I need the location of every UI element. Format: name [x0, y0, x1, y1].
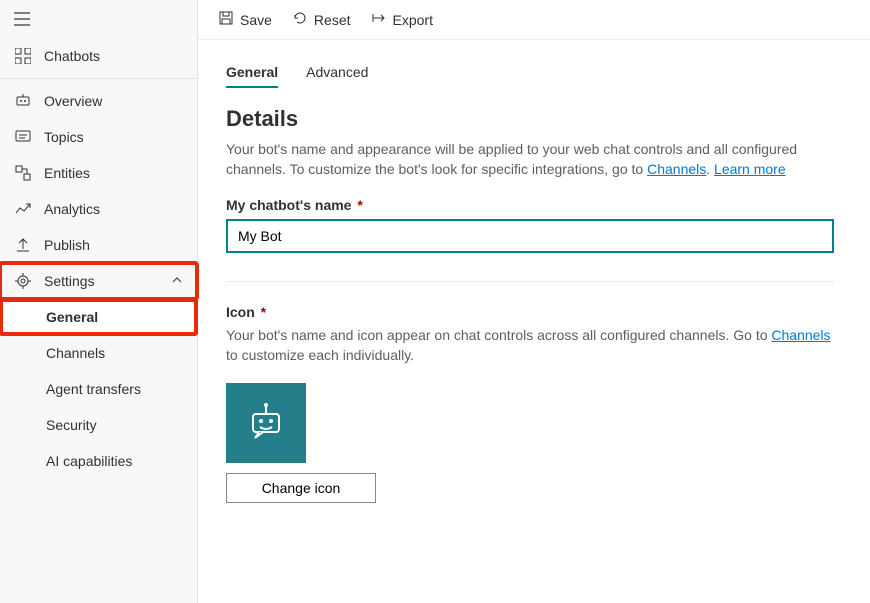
required-asterisk: * — [353, 197, 362, 213]
save-label: Save — [240, 12, 272, 28]
nav-label: Chatbots — [44, 48, 183, 64]
nav-label: Analytics — [44, 201, 183, 217]
publish-icon — [14, 237, 32, 253]
nav-publish[interactable]: Publish — [0, 227, 197, 263]
sub-label: Channels — [46, 345, 105, 361]
analytics-icon — [14, 201, 32, 217]
sub-label: Agent transfers — [46, 381, 141, 397]
details-description: Your bot's name and appearance will be a… — [226, 140, 842, 179]
chat-icon — [14, 129, 32, 145]
reset-icon — [292, 10, 308, 29]
nav-settings[interactable]: Settings — [0, 263, 197, 299]
change-icon-button[interactable]: Change icon — [226, 473, 376, 503]
export-icon — [371, 10, 387, 29]
hamburger-menu[interactable] — [0, 0, 197, 38]
tab-general[interactable]: General — [226, 58, 278, 88]
sidebar-item-agent-transfers[interactable]: Agent transfers — [0, 371, 197, 407]
chatbot-name-input[interactable] — [226, 219, 834, 253]
bot-avatar-icon — [243, 400, 289, 446]
divider — [226, 281, 834, 282]
grid-icon — [14, 48, 32, 64]
sidebar: Chatbots Overview Topics Entities — [0, 0, 198, 603]
tab-advanced[interactable]: Advanced — [306, 58, 368, 88]
icon-description: Your bot's name and icon appear on chat … — [226, 326, 842, 365]
icon-field-label: Icon * — [226, 304, 842, 320]
save-button[interactable]: Save — [218, 10, 272, 29]
details-title: Details — [226, 106, 842, 132]
nav-label: Publish — [44, 237, 183, 253]
sub-label: Security — [46, 417, 97, 433]
content-area: General Advanced Details Your bot's name… — [198, 40, 870, 521]
sub-label: AI capabilities — [46, 453, 132, 469]
sidebar-item-security[interactable]: Security — [0, 407, 197, 443]
nav-topics[interactable]: Topics — [0, 119, 197, 155]
change-icon-label: Change icon — [262, 480, 341, 496]
name-field-label: My chatbot's name * — [226, 197, 842, 213]
export-label: Export — [393, 12, 433, 28]
tab-label: General — [226, 64, 278, 80]
channels-link-2[interactable]: Channels — [771, 327, 830, 343]
hamburger-icon — [14, 12, 30, 26]
nav-overview[interactable]: Overview — [0, 83, 197, 119]
gear-icon — [14, 273, 32, 289]
tabs: General Advanced — [226, 58, 842, 88]
reset-label: Reset — [314, 12, 351, 28]
nav-label: Entities — [44, 165, 183, 181]
sub-label: General — [46, 309, 98, 325]
toolbar: Save Reset Export — [198, 0, 870, 40]
learn-more-link[interactable]: Learn more — [714, 161, 786, 177]
chevron-up-icon — [171, 273, 183, 289]
main-content: Save Reset Export General — [198, 0, 870, 603]
tab-label: Advanced — [306, 64, 368, 80]
bot-icon — [14, 93, 32, 109]
entities-icon — [14, 165, 32, 181]
bot-icon-preview — [226, 383, 306, 463]
export-button[interactable]: Export — [371, 10, 433, 29]
sidebar-item-general[interactable]: General — [0, 299, 197, 335]
nav-label: Overview — [44, 93, 183, 109]
nav-chatbots[interactable]: Chatbots — [0, 38, 197, 74]
nav-label: Topics — [44, 129, 183, 145]
required-asterisk: * — [257, 304, 266, 320]
sidebar-item-channels[interactable]: Channels — [0, 335, 197, 371]
save-icon — [218, 10, 234, 29]
reset-button[interactable]: Reset — [292, 10, 351, 29]
nav-entities[interactable]: Entities — [0, 155, 197, 191]
sidebar-item-ai-capabilities[interactable]: AI capabilities — [0, 443, 197, 479]
channels-link[interactable]: Channels — [647, 161, 706, 177]
nav-analytics[interactable]: Analytics — [0, 191, 197, 227]
divider — [0, 78, 197, 79]
nav-label: Settings — [44, 273, 159, 289]
